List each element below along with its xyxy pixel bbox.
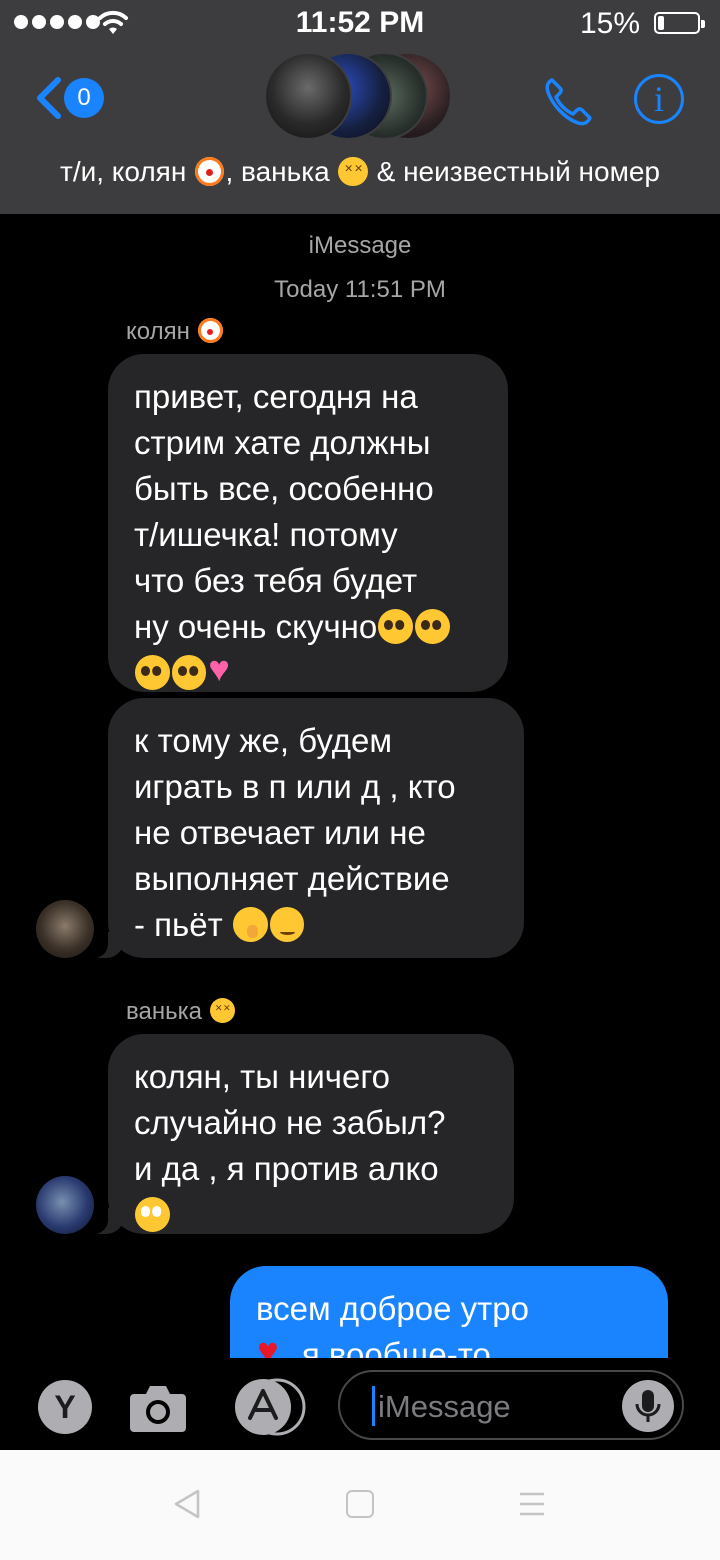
group-name-part: & неизвестный номер xyxy=(376,156,660,187)
pleading-face-emoji-icon xyxy=(378,609,413,644)
battery-percent: 15% xyxy=(579,7,640,40)
message-input[interactable]: iMessage xyxy=(338,1370,684,1440)
message-line: случайно не забыл? xyxy=(134,1104,446,1141)
message-line xyxy=(134,1192,488,1238)
pleading-face-emoji-icon xyxy=(171,655,207,690)
dizzy-face-emoji-icon xyxy=(338,156,368,187)
message-line: т/ишечка! потому xyxy=(134,516,398,553)
clown-emoji-icon xyxy=(197,318,223,344)
smirking-face-emoji-icon xyxy=(269,907,305,942)
sender-name-text: колян xyxy=(126,318,190,345)
group-name-part: т/и, колян xyxy=(60,156,187,187)
service-label: iMessage xyxy=(308,232,412,259)
nav-home-icon[interactable] xyxy=(346,1490,374,1518)
avatar xyxy=(264,52,352,140)
info-icon[interactable]: i xyxy=(634,74,684,124)
group-avatars[interactable] xyxy=(264,52,464,142)
nav-menu-icon[interactable] xyxy=(518,1490,546,1518)
message-bubble[interactable]: привет, сегодня на стрим хате должны быт… xyxy=(108,354,508,692)
message-bubble[interactable]: к тому же, будем играть в п или д , кто … xyxy=(86,698,524,958)
microphone-glyph xyxy=(635,1390,661,1422)
back-button[interactable]: 0 xyxy=(30,76,104,120)
message-line: - пьёт xyxy=(134,902,498,948)
group-name-part: , ванька xyxy=(225,156,330,187)
phone-icon[interactable] xyxy=(540,74,596,130)
microphone-icon[interactable] xyxy=(622,1380,674,1432)
battery-icon xyxy=(654,12,705,34)
group-name[interactable]: т/и, колян , ванька & неизвестный номер xyxy=(0,156,720,188)
pleading-face-emoji-icon xyxy=(414,609,450,644)
message-bubble[interactable]: колян, ты ничего случайно не забыл? и да… xyxy=(86,1034,514,1234)
battery-fill xyxy=(658,16,664,30)
avatar-kolyan[interactable] xyxy=(36,900,94,958)
message-line xyxy=(134,650,482,696)
message-line: и да , я против алко xyxy=(134,1150,439,1187)
text-cursor xyxy=(372,1386,375,1426)
avatar-vanka[interactable] xyxy=(36,1176,94,1234)
app-store-icon[interactable] xyxy=(230,1378,306,1436)
unread-count-badge: 0 xyxy=(64,78,104,118)
message-line-text: ну очень скучно xyxy=(134,608,378,645)
message-line: быть все, особенно xyxy=(134,470,434,507)
pink-heart-emoji-icon xyxy=(208,651,243,690)
message-line: к тому же, будем xyxy=(134,722,393,759)
shushing-face-emoji-icon xyxy=(232,907,268,942)
message-line: играть в п или д , кто xyxy=(134,768,456,805)
nav-back-icon[interactable] xyxy=(172,1488,202,1520)
message-line: выполняет действие xyxy=(134,860,450,897)
app-drawer-button[interactable]: Y xyxy=(38,1380,92,1434)
message-line: что без тебя будет xyxy=(134,562,418,599)
rolling-eyes-emoji-icon xyxy=(135,1197,170,1232)
message-line-text: - пьёт xyxy=(134,906,223,943)
compose-bar: Y iMessage xyxy=(0,1358,720,1450)
camera-icon[interactable] xyxy=(128,1380,188,1434)
message-line: всем доброе утро xyxy=(256,1290,529,1327)
conversation-header: 0 i т/и, колян , ванька & неизвестный но… xyxy=(0,48,720,214)
message-line: стрим хате должны xyxy=(134,424,431,461)
message-line: привет, сегодня на xyxy=(134,378,418,415)
message-list[interactable]: iMessage Today 11:51 PM колян привет, се… xyxy=(0,214,720,1358)
dizzy-face-emoji-icon xyxy=(209,998,235,1024)
outgoing-message-bubble[interactable]: всем доброе утро я вообще-то xyxy=(230,1266,668,1358)
message-line: колян, ты ничего xyxy=(134,1058,390,1095)
message-line: не отвечает или не xyxy=(134,814,426,851)
sender-name: колян xyxy=(126,318,224,346)
timestamp: Today 11:51 PM xyxy=(274,276,446,303)
clown-emoji-icon xyxy=(195,156,225,187)
message-input-placeholder: iMessage xyxy=(378,1389,511,1424)
red-heart-emoji-icon xyxy=(257,1333,292,1358)
status-bar: 11:52 PM 15% xyxy=(0,0,720,48)
message-line-text: я вообще-то xyxy=(301,1336,491,1358)
message-line: я вообще-то xyxy=(256,1332,642,1358)
sender-name: ванька xyxy=(126,998,236,1026)
pleading-face-emoji-icon xyxy=(135,655,170,690)
system-navigation-bar xyxy=(0,1450,720,1560)
message-line: ну очень скучно xyxy=(134,604,482,650)
sender-name-text: ванька xyxy=(126,998,202,1025)
